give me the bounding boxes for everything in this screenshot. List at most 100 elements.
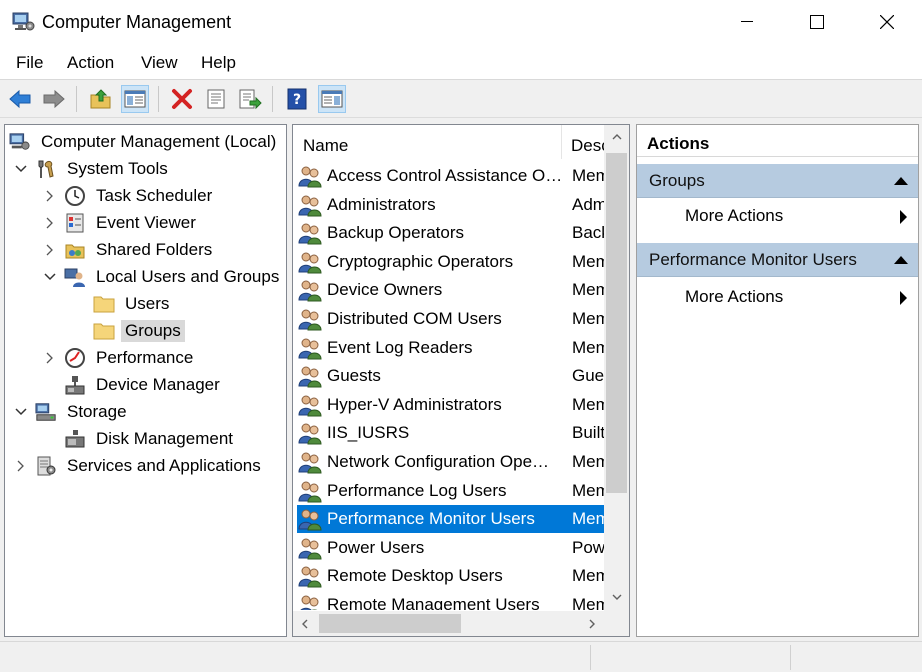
show-hide-action-pane-button[interactable] [318, 85, 346, 113]
chevron-right-icon[interactable] [42, 350, 58, 366]
help-button[interactable]: ? [283, 85, 311, 113]
list-item[interactable]: Administrators Adm [297, 191, 604, 219]
menu-view[interactable]: View [141, 53, 178, 73]
export-list-button[interactable] [236, 85, 264, 113]
list-item[interactable]: Backup Operators Back [297, 219, 604, 247]
chevron-right-icon[interactable] [42, 188, 58, 204]
chevron-down-icon[interactable] [13, 161, 29, 177]
group-description: Mem [572, 337, 604, 357]
group-description: Built [572, 423, 604, 443]
list-item[interactable]: Remote Desktop Users Mem [297, 562, 604, 590]
vertical-scroll-thumb[interactable] [606, 153, 627, 493]
list-item[interactable]: Guests Gue [297, 362, 604, 390]
actions-section-groups[interactable]: Groups [637, 164, 918, 198]
scroll-right-button[interactable] [580, 611, 604, 636]
delete-button[interactable] [168, 85, 196, 113]
minimize-button[interactable] [712, 0, 782, 44]
status-segment [590, 645, 591, 670]
tree-item-computer-management[interactable]: Computer Management (Local) [9, 128, 280, 155]
group-description: Adm [572, 194, 604, 214]
tree-item-shared-folders[interactable]: Shared Folders [42, 236, 216, 263]
back-icon [9, 89, 31, 109]
chevron-right-icon[interactable] [42, 242, 58, 258]
scroll-left-button[interactable] [293, 611, 317, 636]
up-folder-button[interactable] [87, 85, 115, 113]
group-description: Mem [572, 509, 604, 529]
performance-icon [64, 347, 86, 369]
collapse-icon[interactable] [894, 177, 908, 185]
tree-item-disk-management[interactable]: Disk Management [64, 425, 237, 452]
close-button[interactable] [852, 0, 922, 44]
menu-action[interactable]: Action [67, 53, 114, 73]
group-name: Access Control Assistance O… [327, 166, 563, 185]
list-item[interactable]: Performance Log Users Mem [297, 477, 604, 505]
tree-item-label: Groups [121, 319, 185, 342]
back-button[interactable] [6, 85, 34, 113]
properties-button[interactable] [202, 85, 230, 113]
show-hide-action-pane-icon [321, 90, 343, 108]
list-item[interactable]: Access Control Assistance O… Mem [297, 162, 604, 190]
list-item[interactable]: Remote Management Users Mem [297, 591, 604, 610]
column-header: Name Desc [293, 125, 613, 159]
actions-section-performance-monitor-users[interactable]: Performance Monitor Users [637, 243, 918, 277]
chevron-right-icon[interactable] [13, 458, 29, 474]
tree-item-groups[interactable]: Groups [93, 317, 185, 344]
shared-folder-icon [64, 239, 86, 261]
list-item[interactable]: Device Owners Mem [297, 276, 604, 304]
tree-item-local-users-and-groups[interactable]: Local Users and Groups [42, 263, 283, 290]
more-actions-performance-monitor-users[interactable]: More Actions [637, 282, 918, 312]
group-icon [298, 223, 322, 245]
group-description: Mem [572, 452, 604, 471]
chevron-down-icon[interactable] [13, 404, 29, 420]
chevron-right-icon[interactable] [42, 215, 58, 231]
svg-text:?: ? [293, 92, 301, 108]
scroll-up-button[interactable] [604, 125, 629, 149]
group-name: Remote Management Users [327, 595, 540, 610]
action-label: More Actions [685, 206, 784, 225]
list-item[interactable]: Power Users Pow [297, 534, 604, 562]
tree-item-storage[interactable]: Storage [13, 398, 131, 425]
console-tree: Computer Management (Local) System Tools… [4, 124, 287, 637]
tree-item-services-and-applications[interactable]: Services and Applications [13, 452, 265, 479]
computer-management-icon [9, 131, 31, 153]
list-item[interactable]: Distributed COM Users Mem [297, 305, 604, 333]
scroll-down-button[interactable] [604, 585, 629, 609]
list-item[interactable]: Event Log Readers Mem [297, 334, 604, 362]
show-hide-tree-icon [124, 90, 146, 108]
tree-item-event-viewer[interactable]: Event Viewer [42, 209, 200, 236]
list-item[interactable]: Cryptographic Operators Mem [297, 248, 604, 276]
collapse-icon[interactable] [894, 256, 908, 264]
group-icon [298, 538, 322, 560]
menu-file[interactable]: File [16, 53, 43, 73]
more-actions-groups[interactable]: More Actions [637, 201, 918, 231]
list-item[interactable]: Performance Monitor Users Mem [297, 505, 604, 534]
tree-item-label: Shared Folders [96, 239, 213, 259]
horizontal-scrollbar[interactable] [293, 611, 604, 636]
group-icon [298, 309, 322, 331]
list-item[interactable]: Hyper-V Administrators Mem [297, 391, 604, 419]
group-name: Guests [327, 366, 381, 386]
group-description: Mem [572, 566, 604, 586]
group-description: Mem [572, 595, 604, 610]
tree-item-device-manager[interactable]: Device Manager [64, 371, 224, 398]
column-name-header[interactable]: Name [303, 136, 348, 156]
forward-button[interactable] [40, 85, 68, 113]
tree-item-performance[interactable]: Performance [42, 344, 197, 371]
tree-item-label: Performance [96, 347, 194, 367]
tree-item-label: Event Viewer [96, 212, 196, 232]
group-name: Remote Desktop Users [327, 566, 503, 586]
vertical-scrollbar[interactable] [604, 125, 629, 611]
tree-item-label: Task Scheduler [96, 185, 213, 205]
horizontal-scroll-thumb[interactable] [319, 614, 461, 633]
chevron-down-icon[interactable] [42, 269, 58, 285]
export-list-icon [239, 89, 262, 110]
show-hide-tree-button[interactable] [121, 85, 149, 113]
list-item[interactable]: Network Configuration Ope… Mem [297, 448, 604, 476]
list-item[interactable]: IIS_IUSRS Built [297, 419, 604, 447]
tree-item-users[interactable]: Users [93, 290, 173, 317]
tree-item-task-scheduler[interactable]: Task Scheduler [42, 182, 216, 209]
maximize-button[interactable] [782, 0, 852, 44]
menu-help[interactable]: Help [201, 53, 236, 73]
tree-item-system-tools[interactable]: System Tools [13, 155, 172, 182]
device-manager-icon [64, 374, 86, 396]
